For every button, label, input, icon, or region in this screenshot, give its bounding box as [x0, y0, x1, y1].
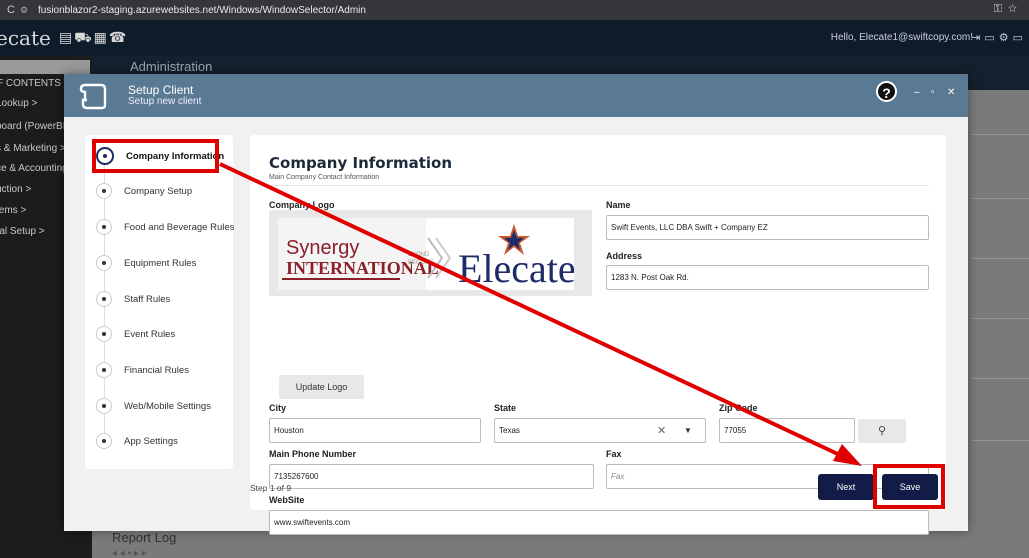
- sidebar-item-finance-accounting[interactable]: ce & Accounting: [0, 163, 68, 174]
- step-label: Equipment Rules: [124, 257, 197, 269]
- company-logo-image: Synergy INTERNATIONAL EYOND BECOME Eleca…: [278, 218, 574, 290]
- sidebar-item-lookup[interactable]: Lookup >: [0, 98, 37, 109]
- clear-selection-icon[interactable]: ✕: [657, 424, 666, 437]
- website-label: WebSite: [269, 495, 305, 505]
- maximize-button[interactable]: ▫: [931, 87, 935, 98]
- name-field[interactable]: Swift Events, LLC DBA Swift + Company EZ: [606, 215, 929, 240]
- report-log-title: Report Log: [112, 530, 177, 545]
- city-label: City: [269, 403, 287, 413]
- address-bar[interactable]: fusionblazor2-staging.azurewebsites.net/…: [38, 5, 366, 16]
- step-label: Web/Mobile Settings: [124, 400, 211, 412]
- state-label: State: [494, 403, 517, 413]
- help-button[interactable]: ?: [876, 81, 897, 102]
- sidebar-toc-title: F CONTENTS: [0, 78, 61, 89]
- step-company-setup[interactable]: Company Setup: [96, 182, 192, 200]
- form-subtitle: Main Company Contact Information: [269, 174, 380, 181]
- bg-row-divider: [972, 198, 1029, 199]
- sidebar-item-general-setup[interactable]: ral Setup >: [0, 226, 45, 237]
- step-counter: Step 1 of 9: [250, 483, 292, 493]
- main-phone-label: Main Phone Number: [269, 449, 357, 459]
- step-financial-rules[interactable]: Financial Rules: [96, 361, 189, 379]
- logo-synergy-text: Synergy: [286, 237, 359, 259]
- setup-stepper: Company Information Company Setup Food a…: [85, 135, 234, 469]
- step-label: Company Setup: [124, 185, 193, 197]
- reload-icon[interactable]: C: [2, 4, 20, 16]
- chevron-down-icon[interactable]: ▼: [684, 426, 692, 435]
- step-dot-icon: [96, 326, 112, 342]
- close-button[interactable]: ✕: [947, 87, 955, 98]
- next-button[interactable]: Next: [818, 474, 874, 500]
- step-label: Food and Beverage Rules: [124, 221, 235, 233]
- modal-subtitle: Setup new client: [128, 96, 202, 107]
- company-logo-frame: Synergy INTERNATIONAL EYOND BECOME Eleca…: [269, 210, 592, 296]
- minimize-button[interactable]: –: [914, 87, 920, 98]
- header-action-icons[interactable]: ⇥▭⚙▭: [971, 31, 1027, 44]
- logo-tagline-line2: BECOME: [408, 260, 434, 266]
- zip-code-label: Zip Code: [719, 403, 758, 413]
- step-label: Event Rules: [124, 328, 176, 340]
- form-title: Company Information: [269, 154, 453, 172]
- sidebar-item-items[interactable]: tems >: [0, 205, 26, 216]
- website-field[interactable]: www.swiftevents.com: [269, 510, 929, 535]
- admin-title: Administration: [130, 59, 213, 74]
- step-staff-rules[interactable]: Staff Rules: [96, 290, 170, 308]
- update-logo-button[interactable]: Update Logo: [279, 375, 364, 399]
- company-logo-label: Company Logo: [269, 200, 335, 210]
- step-event-rules[interactable]: Event Rules: [96, 325, 175, 343]
- city-field[interactable]: Houston: [269, 418, 481, 443]
- browser-toolbar: C ⚙ fusionblazor2-staging.azurewebsites.…: [0, 0, 1029, 20]
- browser-actions-icons[interactable]: ⚿☆: [994, 3, 1023, 16]
- sidebar-item-production[interactable]: uction >: [0, 184, 31, 195]
- annotation-highlight-save: [873, 464, 945, 509]
- zip-search-button[interactable]: ⚲: [858, 419, 906, 443]
- user-greeting: Hello, Elecate1@swiftcopy.com!: [830, 32, 973, 43]
- address-field[interactable]: 1283 N. Post Oak Rd.: [606, 265, 929, 290]
- logo-elecate-text: Elecate: [458, 246, 574, 290]
- step-label: Staff Rules: [124, 293, 171, 305]
- fax-label: Fax: [606, 449, 622, 459]
- search-icon: ⚲: [877, 425, 887, 437]
- step-food-beverage-rules[interactable]: Food and Beverage Rules: [96, 218, 234, 236]
- logo-tagline-line1: EYOND: [408, 252, 430, 258]
- step-app-settings[interactable]: App Settings: [96, 432, 178, 450]
- step-label: App Settings: [124, 435, 178, 447]
- bg-row-divider: [972, 258, 1029, 259]
- zip-code-field[interactable]: 77055: [719, 418, 855, 443]
- form-divider: [269, 185, 929, 186]
- annotation-highlight-step: [92, 139, 219, 173]
- company-information-form: Company Information Main Company Contact…: [250, 135, 946, 535]
- modal-title: Setup Client: [128, 83, 194, 97]
- step-web-mobile-settings[interactable]: Web/Mobile Settings: [96, 397, 211, 415]
- step-dot-icon: [96, 183, 112, 199]
- quick-launch-icons[interactable]: ▤⛟▦☎: [59, 29, 129, 48]
- step-dot-icon: [96, 219, 112, 235]
- main-phone-field[interactable]: 7135267600: [269, 464, 594, 489]
- bg-row-divider: [972, 318, 1029, 319]
- step-dot-icon: [96, 291, 112, 307]
- bg-row-divider: [972, 440, 1029, 441]
- site-info-icon[interactable]: ⚙: [20, 5, 34, 16]
- brand-logo: ecate: [0, 26, 51, 50]
- step-dot-icon: [96, 433, 112, 449]
- modal-header: Setup Client Setup new client ? – ▫ ✕: [64, 74, 968, 117]
- address-label: Address: [606, 251, 643, 261]
- bg-row-divider: [972, 134, 1029, 135]
- step-dot-icon: [96, 398, 112, 414]
- app-header: ecate ▤⛟▦☎ Hello, Elecate1@swiftcopy.com…: [0, 20, 1029, 56]
- pagination[interactable]: ◂ ◂ ▪ ▸ ▸: [112, 548, 147, 558]
- sidebar-item-dashboard[interactable]: board (PowerBI): [0, 121, 69, 132]
- sidebar-search-input[interactable]: [0, 60, 90, 74]
- sidebar-item-sales-marketing[interactable]: s & Marketing >: [0, 143, 66, 154]
- step-dot-icon: [96, 362, 112, 378]
- state-select[interactable]: Texas: [494, 418, 706, 443]
- step-equipment-rules[interactable]: Equipment Rules: [96, 254, 196, 272]
- scroll-icon: [79, 83, 107, 110]
- name-label: Name: [606, 200, 631, 210]
- step-dot-icon: [96, 255, 112, 271]
- step-label: Financial Rules: [124, 364, 189, 376]
- bg-row-divider: [972, 378, 1029, 379]
